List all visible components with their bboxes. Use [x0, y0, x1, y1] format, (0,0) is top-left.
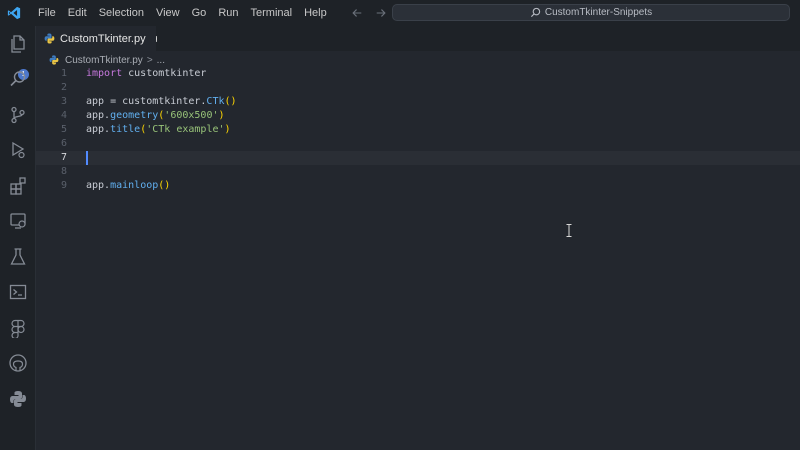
- code-text: import customtkinter: [86, 68, 207, 79]
- code-text: app = customtkinter.CTk(): [86, 96, 237, 107]
- line-number: 3: [60, 96, 67, 107]
- line-number: 9: [60, 180, 67, 191]
- breadcrumb-more[interactable]: ...: [157, 55, 165, 66]
- code-line-9[interactable]: 9 app.mainloop(): [36, 179, 800, 193]
- text-caret: [86, 151, 88, 165]
- line-number: 8: [60, 166, 67, 177]
- code-line-5[interactable]: 5 app.title('CTk example'): [36, 123, 800, 137]
- menu-bar: File Edit Selection View Go Run Terminal…: [32, 0, 333, 26]
- line-number: 1: [60, 68, 67, 79]
- line-number: 7: [60, 152, 67, 163]
- line-number: 2: [60, 82, 67, 93]
- vscode-logo-icon[interactable]: [7, 6, 21, 20]
- github-icon[interactable]: [7, 352, 29, 374]
- menu-go[interactable]: Go: [186, 0, 213, 26]
- tab-bar: CustomTkinter.py: [36, 26, 800, 51]
- code-line-7-current[interactable]: 7: [36, 151, 800, 165]
- breadcrumb-separator: >: [146, 54, 153, 66]
- code-text: app.mainloop(): [86, 180, 171, 191]
- files-icon[interactable]: [7, 33, 29, 55]
- command-center[interactable]: CustomTkinter-Snippets: [392, 4, 790, 21]
- source-control-icon[interactable]: [7, 104, 29, 126]
- code-editor[interactable]: 1 import customtkinter 2 3 app = customt…: [36, 67, 800, 450]
- code-text: app.geometry('600x500'): [86, 110, 225, 121]
- code-line-1[interactable]: 1 import customtkinter: [36, 67, 800, 81]
- back-arrow-icon[interactable]: [350, 6, 364, 20]
- search-icon[interactable]: [7, 68, 29, 90]
- code-line-8[interactable]: 8: [36, 165, 800, 179]
- menu-help[interactable]: Help: [298, 0, 333, 26]
- code-line-2[interactable]: 2: [36, 81, 800, 95]
- code-line-6[interactable]: 6: [36, 137, 800, 151]
- breadcrumb: CustomTkinter.py > ...: [36, 52, 165, 68]
- breadcrumb-file[interactable]: CustomTkinter.py: [65, 55, 143, 66]
- figma-icon[interactable]: [7, 317, 29, 339]
- testing-icon[interactable]: [7, 246, 29, 268]
- menu-terminal[interactable]: Terminal: [245, 0, 299, 26]
- code-line-3[interactable]: 3 app = customtkinter.CTk(): [36, 95, 800, 109]
- code-line-4[interactable]: 4 app.geometry('600x500'): [36, 109, 800, 123]
- line-number: 5: [60, 124, 67, 135]
- line-number: 4: [60, 110, 67, 121]
- python-file-icon: [49, 54, 60, 66]
- command-center-label: CustomTkinter-Snippets: [544, 7, 653, 18]
- python-file-icon: [44, 33, 55, 44]
- menu-view[interactable]: View: [150, 0, 186, 26]
- title-bar: File Edit Selection View Go Run Terminal…: [0, 0, 800, 26]
- python-icon[interactable]: [7, 388, 29, 410]
- navigation-arrows: [350, 6, 388, 20]
- activity-bar: 1: [0, 26, 36, 450]
- menu-edit[interactable]: Edit: [62, 0, 93, 26]
- extensions-icon[interactable]: [7, 175, 29, 197]
- remote-explorer-icon[interactable]: [7, 210, 29, 232]
- menu-file[interactable]: File: [32, 0, 62, 26]
- menu-run[interactable]: Run: [212, 0, 244, 26]
- code-text: app.title('CTk example'): [86, 124, 231, 135]
- menu-selection[interactable]: Selection: [93, 0, 150, 26]
- search-icon: [530, 7, 541, 18]
- tab-customtkinter-py[interactable]: CustomTkinter.py: [36, 26, 156, 51]
- line-number: 6: [60, 138, 67, 149]
- terminal-icon[interactable]: [7, 281, 29, 303]
- forward-arrow-icon[interactable]: [374, 6, 388, 20]
- run-debug-icon[interactable]: [7, 139, 29, 161]
- tab-label: CustomTkinter.py: [60, 32, 146, 45]
- ibeam-cursor-icon: [566, 224, 572, 237]
